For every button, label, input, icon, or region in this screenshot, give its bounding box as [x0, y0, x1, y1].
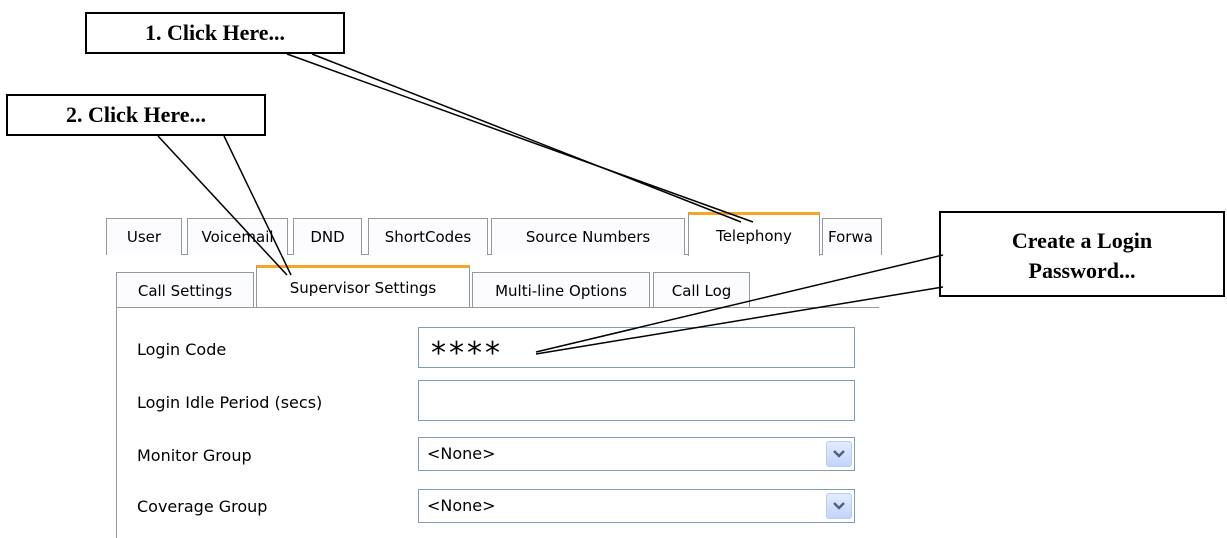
tab-call-log[interactable]: Call Log	[653, 272, 750, 308]
callout-password-line1: Create a Login	[1011, 228, 1153, 253]
chevron-down-icon[interactable]	[826, 493, 852, 519]
tab-call-settings[interactable]: Call Settings	[116, 272, 254, 308]
monitor-group-value: <None>	[427, 444, 496, 463]
coverage-group-select[interactable]: <None>	[418, 489, 855, 523]
login-code-field[interactable]: ****	[418, 327, 855, 371]
tab-user[interactable]: User	[106, 218, 182, 255]
tab-telephony[interactable]: Telephony	[688, 212, 820, 256]
tab-forwarding[interactable]: Forwa	[822, 218, 882, 255]
tab-shortcodes[interactable]: ShortCodes	[368, 218, 488, 255]
callout-step2: 2. Click Here...	[6, 94, 266, 136]
login-code-label: Login Code	[137, 340, 227, 359]
tab-multi-line-options[interactable]: Multi-line Options	[472, 272, 650, 308]
callout-step1-text: 1. Click Here...	[144, 20, 286, 45]
chevron-down-icon[interactable]	[826, 441, 852, 467]
login-idle-period-label: Login Idle Period (secs)	[137, 393, 323, 412]
tab-voicemail[interactable]: Voicemail	[187, 218, 288, 255]
monitor-group-select[interactable]: <None>	[418, 437, 855, 471]
monitor-group-label: Monitor Group	[137, 446, 252, 465]
pointer-line	[286, 53, 754, 223]
callout-password-line2: Password...	[1028, 258, 1136, 283]
login-idle-period-field[interactable]	[418, 380, 855, 421]
callout-password: Create a Login Password...	[939, 211, 1225, 297]
tab-dnd[interactable]: DND	[293, 218, 362, 255]
tab-supervisor-settings[interactable]: Supervisor Settings	[256, 265, 470, 308]
coverage-group-label: Coverage Group	[137, 497, 268, 516]
callout-step1: 1. Click Here...	[85, 12, 345, 54]
callout-step2-text: 2. Click Here...	[65, 102, 207, 127]
login-code-value: ****	[431, 336, 503, 371]
pointer-line	[311, 53, 742, 223]
coverage-group-value: <None>	[427, 496, 496, 515]
tab-source-numbers[interactable]: Source Numbers	[491, 218, 685, 255]
